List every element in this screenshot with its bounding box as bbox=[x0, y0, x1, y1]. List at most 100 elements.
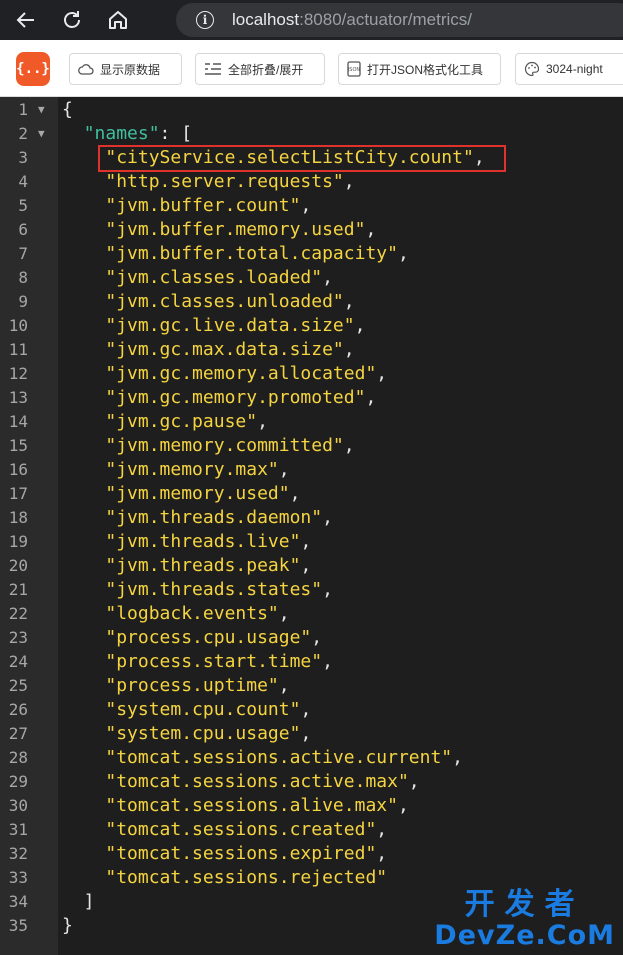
browser-toolbar: i localhost:8080/actuator/metrics/ bbox=[0, 0, 623, 40]
json-string-value: "jvm.threads.peak" bbox=[105, 555, 301, 576]
code-text: "jvm.threads.peak", bbox=[105, 555, 312, 576]
open-json-tool-label: 打开JSON格式化工具 bbox=[367, 62, 484, 77]
code-text: } bbox=[62, 915, 73, 936]
line-number: 32 bbox=[8, 844, 28, 863]
code-text: "logback.events", bbox=[105, 603, 290, 624]
line-number: 6 bbox=[18, 220, 28, 239]
show-raw-button[interactable]: 显示原数据 bbox=[69, 53, 182, 85]
fold-toggle-icon[interactable]: ▼ bbox=[38, 122, 45, 146]
json-string-value: "tomcat.sessions.active.max" bbox=[105, 771, 409, 792]
json-key: "names" bbox=[83, 123, 160, 144]
collapse-expand-button[interactable]: 全部折叠/展开 bbox=[195, 53, 325, 85]
code-text: "jvm.threads.live", bbox=[105, 531, 312, 552]
line-number: 1 bbox=[18, 100, 28, 119]
line-number: 24 bbox=[8, 652, 28, 671]
home-icon bbox=[109, 11, 127, 29]
cloud-icon bbox=[78, 63, 94, 75]
line-number: 19 bbox=[8, 532, 28, 551]
theme-select[interactable]: 3024-night bbox=[515, 53, 623, 85]
back-arrow-icon bbox=[16, 12, 34, 28]
json-string-value: "system.cpu.usage" bbox=[105, 723, 301, 744]
code-line: 27 "system.cpu.usage", bbox=[0, 722, 623, 746]
line-number: 31 bbox=[8, 820, 28, 839]
code-line: 15 "jvm.memory.committed", bbox=[0, 434, 623, 458]
line-number: 15 bbox=[8, 436, 28, 455]
json-string-value: "tomcat.sessions.alive.max" bbox=[105, 795, 398, 816]
palette-icon bbox=[524, 61, 540, 77]
code-line: 32 "tomcat.sessions.expired", bbox=[0, 842, 623, 866]
json-string-value: "process.start.time" bbox=[105, 651, 323, 672]
line-number: 2 bbox=[18, 124, 28, 143]
code-text: "jvm.threads.daemon", bbox=[105, 507, 333, 528]
line-number: 18 bbox=[8, 508, 28, 527]
fold-toggle-icon[interactable]: ▼ bbox=[38, 98, 45, 122]
code-text: "jvm.memory.max", bbox=[105, 459, 290, 480]
line-number: 10 bbox=[8, 316, 28, 335]
code-text: "jvm.threads.states", bbox=[105, 579, 333, 600]
line-number: 7 bbox=[18, 244, 28, 263]
line-number: 3 bbox=[18, 148, 28, 167]
json-viewer-toolbar: {..} 显示原数据 全部折叠/展开 JSON 打开JSON格式化工具 3024… bbox=[0, 40, 623, 97]
code-text: "process.uptime", bbox=[105, 675, 290, 696]
line-number: 17 bbox=[8, 484, 28, 503]
line-number: 30 bbox=[8, 796, 28, 815]
json-string-value: "system.cpu.count" bbox=[105, 699, 301, 720]
home-button[interactable] bbox=[98, 0, 138, 40]
code-text: "process.start.time", bbox=[105, 651, 333, 672]
line-number: 27 bbox=[8, 724, 28, 743]
reload-icon bbox=[64, 11, 80, 28]
code-text: "jvm.classes.loaded", bbox=[105, 267, 333, 288]
code-text: "jvm.buffer.count", bbox=[105, 195, 312, 216]
json-string-value: "jvm.classes.loaded" bbox=[105, 267, 323, 288]
code-line: 12 "jvm.gc.memory.allocated", bbox=[0, 362, 623, 386]
code-line: 30 "tomcat.sessions.alive.max", bbox=[0, 794, 623, 818]
theme-select-label: 3024-night bbox=[546, 62, 603, 76]
code-line: 11 "jvm.gc.max.data.size", bbox=[0, 338, 623, 362]
code-line: 25 "process.uptime", bbox=[0, 674, 623, 698]
json-string-value: "jvm.memory.committed" bbox=[105, 435, 344, 456]
json-string-value: "jvm.memory.max" bbox=[105, 459, 279, 480]
code-text: "jvm.buffer.total.capacity", bbox=[105, 243, 409, 264]
code-text: "process.cpu.usage", bbox=[105, 627, 323, 648]
address-bar[interactable]: i localhost:8080/actuator/metrics/ bbox=[176, 3, 623, 37]
reload-button[interactable] bbox=[52, 0, 92, 40]
json-string-value: "jvm.memory.used" bbox=[105, 483, 290, 504]
code-text: "jvm.gc.max.data.size", bbox=[105, 339, 355, 360]
line-number: 20 bbox=[8, 556, 28, 575]
line-number: 12 bbox=[8, 364, 28, 383]
line-number: 16 bbox=[8, 460, 28, 479]
url-host: localhost bbox=[232, 10, 300, 29]
code-text: "tomcat.sessions.created", bbox=[105, 819, 388, 840]
json-editor[interactable]: 1 ▼{2 ▼ "names": [ 3 "cityService.selectLi… bbox=[0, 97, 623, 955]
line-number: 26 bbox=[8, 700, 28, 719]
json-string-value: "jvm.buffer.memory.used" bbox=[105, 219, 366, 240]
line-number: 33 bbox=[8, 868, 28, 887]
back-button[interactable] bbox=[6, 0, 46, 40]
code-text: "jvm.gc.live.data.size", bbox=[105, 315, 366, 336]
code-text: "jvm.memory.used", bbox=[105, 483, 301, 504]
code-line: 6 "jvm.buffer.memory.used", bbox=[0, 218, 623, 242]
code-line: 2 ▼ "names": [ bbox=[0, 122, 623, 146]
collapse-expand-label: 全部折叠/展开 bbox=[228, 62, 304, 77]
line-number: 35 bbox=[8, 916, 28, 935]
line-number: 21 bbox=[8, 580, 28, 599]
code-text: { bbox=[62, 99, 73, 120]
code-text: "tomcat.sessions.active.max", bbox=[105, 771, 420, 792]
url-text: localhost:8080/actuator/metrics/ bbox=[232, 10, 472, 30]
code-line: 4 "http.server.requests", bbox=[0, 170, 623, 194]
json-string-value: "process.uptime" bbox=[105, 675, 279, 696]
open-json-tool-button[interactable]: JSON 打开JSON格式化工具 bbox=[338, 53, 501, 85]
json-string-value: "jvm.threads.daemon" bbox=[105, 507, 323, 528]
json-string-value: "tomcat.sessions.active.current" bbox=[105, 747, 453, 768]
json-string-value: "jvm.gc.memory.promoted" bbox=[105, 387, 366, 408]
line-number: 5 bbox=[18, 196, 28, 215]
code-line: 1 ▼ { bbox=[0, 98, 623, 122]
json-viewer-logo: {..} bbox=[16, 52, 50, 86]
code-line: 5 "jvm.buffer.count", bbox=[0, 194, 623, 218]
show-raw-label: 显示原数据 bbox=[100, 62, 161, 77]
json-string-value: "http.server.requests" bbox=[105, 171, 344, 192]
code-line: 16 "jvm.memory.max", bbox=[0, 458, 623, 482]
json-string-value: "jvm.gc.pause" bbox=[105, 411, 258, 432]
site-info-icon[interactable]: i bbox=[196, 11, 214, 29]
line-number: 28 bbox=[8, 748, 28, 767]
